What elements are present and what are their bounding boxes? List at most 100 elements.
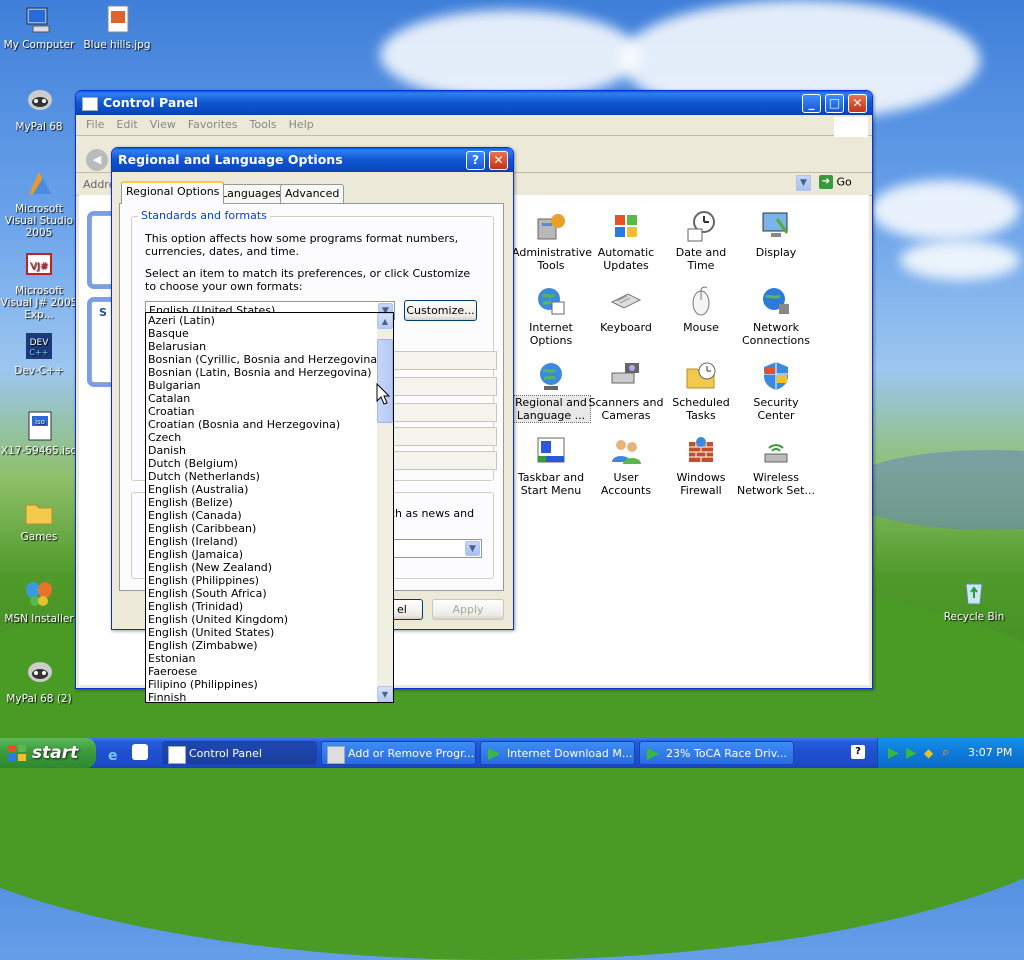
ie-icon[interactable]: e	[108, 748, 124, 764]
menu-tools[interactable]: Tools	[244, 115, 283, 134]
menu-view[interactable]: View	[144, 115, 182, 134]
desktop-icon-msn-installer[interactable]: MSN Installer	[0, 578, 78, 625]
start-button[interactable]: start	[0, 738, 96, 768]
cp-item-administrative-tools[interactable]: Administrative Tools	[512, 209, 592, 272]
cp-item-security-center[interactable]: Security Center	[737, 359, 815, 422]
format-option[interactable]: English (Philippines)	[147, 574, 377, 587]
cp-item-mouse[interactable]: Mouse	[662, 284, 740, 334]
dropdown-scrollbar[interactable]: ▲ ▼	[377, 313, 393, 702]
format-option[interactable]: English (Trinidad)	[147, 600, 377, 613]
minimize-button[interactable]: _	[802, 94, 821, 113]
format-option[interactable]: Basque	[147, 327, 377, 340]
format-option[interactable]: Croatian (Bosnia and Herzegovina)	[147, 418, 377, 431]
desktop-icon-mypal-2[interactable]: MyPal 68 (2)	[0, 658, 78, 705]
desktop-icon-games[interactable]: Games	[0, 496, 78, 543]
cp-item-network-connections[interactable]: Network Connections	[737, 284, 815, 347]
customize-button[interactable]: Customize...	[404, 300, 477, 321]
cp-item-user-accounts[interactable]: User Accounts	[587, 434, 665, 497]
dialog-titlebar[interactable]: Regional and Language Options ? ✕	[112, 148, 513, 172]
format-option[interactable]: Czech	[147, 431, 377, 444]
cp-item-date-and-time[interactable]: Date and Time	[662, 209, 740, 272]
cp-item-windows-firewall[interactable]: Windows Firewall	[662, 434, 740, 497]
task-control-panel[interactable]: Control Panel	[162, 741, 317, 765]
cp-item-scanners-and-cameras[interactable]: Scanners and Cameras	[587, 359, 665, 422]
cp-item-scheduled-tasks[interactable]: Scheduled Tasks	[662, 359, 740, 422]
tray-network-icon[interactable]: ▶	[906, 738, 917, 768]
tray-arrow-icon[interactable]: ▶	[888, 738, 899, 768]
format-option[interactable]: English (South Africa)	[147, 587, 377, 600]
go-button[interactable]: ➜ Go	[819, 175, 859, 193]
format-option[interactable]: Bosnian (Latin, Bosnia and Herzegovina)	[147, 366, 377, 379]
menu-edit[interactable]: Edit	[110, 115, 143, 134]
dialog-close-button[interactable]: ✕	[489, 151, 508, 170]
format-dropdown-list[interactable]: Azeri (Latin) Basque Belarusian Bosnian …	[145, 312, 394, 703]
desktop-icon-visual-studio[interactable]: Microsoft Visual Studio 2005	[0, 168, 78, 239]
apply-button[interactable]: Apply	[432, 599, 504, 620]
cp-item-internet-options[interactable]: Internet Options	[512, 284, 590, 347]
cp-item-regional-and-language[interactable]: Regional and Language ...	[511, 359, 591, 423]
format-option[interactable]: Estonian	[147, 652, 377, 665]
task-internet-download-manager[interactable]: Internet Download M...	[480, 741, 635, 765]
close-button[interactable]: ✕	[848, 94, 867, 113]
format-option[interactable]: Dutch (Belgium)	[147, 457, 377, 470]
help-tray-icon[interactable]: ?	[851, 745, 865, 759]
format-option[interactable]: English (Caribbean)	[147, 522, 377, 535]
desktop-icon-my-computer[interactable]: My Computer	[0, 4, 78, 51]
format-option[interactable]: Bosnian (Cyrillic, Bosnia and Herzegovin…	[147, 353, 381, 366]
desktop-icon-label: MSN Installer	[4, 613, 74, 625]
desktop-icon-mypal[interactable]: MyPal 68	[0, 86, 78, 133]
format-option[interactable]: Catalan	[147, 392, 377, 405]
menu-help[interactable]: Help	[283, 115, 320, 134]
chevron-down-icon[interactable]: ▼	[465, 541, 480, 556]
format-option[interactable]: Danish	[147, 444, 377, 457]
format-option[interactable]: English (Belize)	[147, 496, 377, 509]
task-add-remove-programs[interactable]: Add or Remove Progr...	[321, 741, 476, 765]
format-option[interactable]: Dutch (Netherlands)	[147, 470, 377, 483]
cp-item-taskbar-and-start-menu[interactable]: Taskbar and Start Menu	[512, 434, 590, 497]
maximize-button[interactable]: □	[825, 94, 844, 113]
format-option[interactable]: English (Zimbabwe)	[147, 639, 377, 652]
cp-item-automatic-updates[interactable]: Automatic Updates	[587, 209, 665, 272]
cp-item-keyboard[interactable]: Keyboard	[587, 284, 665, 334]
format-option[interactable]: Finnish	[147, 691, 377, 702]
desktop-icon-recycle-bin[interactable]: Recycle Bin	[935, 576, 1013, 623]
scroll-thumb[interactable]	[377, 339, 393, 423]
desktop-icon-blue-hills[interactable]: Blue hills.jpg	[78, 4, 156, 51]
format-option[interactable]: English (Ireland)	[147, 535, 377, 548]
menu-favorites[interactable]: Favorites	[182, 115, 244, 134]
back-button[interactable]: ◀	[86, 149, 108, 171]
desktop-icon-iso[interactable]: iso X17-59465.iso	[0, 410, 78, 457]
address-dropdown-arrow[interactable]: ▼	[796, 175, 811, 191]
scroll-up-icon[interactable]: ▲	[377, 313, 393, 329]
format-option[interactable]: English (United States)	[147, 626, 377, 639]
task-label: Internet Download M...	[507, 747, 633, 760]
format-option[interactable]: Filipino (Philippines)	[147, 678, 377, 691]
tray-search-icon[interactable]: ⌕	[942, 738, 949, 768]
desktop-icon-visual-jsharp[interactable]: VJ# Microsoft Visual J# 2005 Exp...	[0, 250, 78, 321]
task-label: Control Panel	[189, 747, 262, 760]
format-option[interactable]: Faeroese	[147, 665, 377, 678]
desktop-icon-devcpp[interactable]: DEV C++ Dev-C++	[0, 330, 78, 377]
format-option[interactable]: English (United Kingdom)	[147, 613, 377, 626]
cp-item-wireless-network[interactable]: Wireless Network Set...	[737, 434, 815, 497]
format-option[interactable]: Croatian	[147, 405, 377, 418]
show-desktop-icon[interactable]	[131, 744, 148, 760]
tab-regional-options[interactable]: Regional Options	[121, 181, 225, 204]
format-option[interactable]: English (Jamaica)	[147, 548, 377, 561]
tab-advanced[interactable]: Advanced	[280, 184, 345, 203]
format-option[interactable]: Bulgarian	[147, 379, 377, 392]
group-legend: Standards and formats	[138, 209, 270, 222]
format-option[interactable]: Azeri (Latin)	[147, 314, 377, 327]
menu-file[interactable]: File	[80, 115, 110, 134]
cp-item-display[interactable]: Display	[737, 209, 815, 259]
control-panel-titlebar[interactable]: Control Panel _ □ ✕	[76, 91, 872, 115]
tab-languages[interactable]: Languages	[216, 184, 287, 203]
format-option[interactable]: English (Canada)	[147, 509, 377, 522]
tray-security-icon[interactable]: ◆	[924, 738, 933, 768]
format-option[interactable]: English (New Zealand)	[147, 561, 377, 574]
format-option[interactable]: Belarusian	[147, 340, 377, 353]
format-option[interactable]: English (Australia)	[147, 483, 377, 496]
help-button[interactable]: ?	[466, 151, 485, 170]
scroll-down-icon[interactable]: ▼	[377, 686, 393, 702]
task-toca-race-driver[interactable]: 23% ToCA Race Driv...	[639, 741, 794, 765]
